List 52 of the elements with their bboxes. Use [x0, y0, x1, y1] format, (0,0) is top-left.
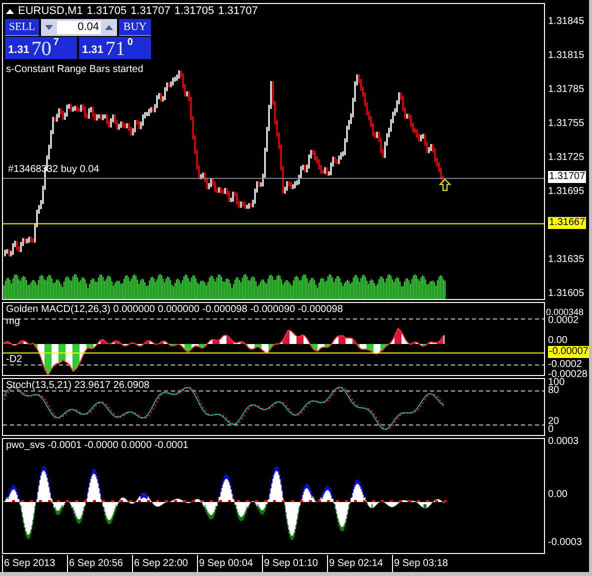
time-label: 6 Sep 20:56: [69, 558, 123, 569]
axis-label: -0.0003: [548, 537, 582, 549]
buy-button[interactable]: BUY: [119, 19, 151, 36]
axis-label: 1.31635: [548, 254, 584, 266]
price-quote: 1.31705: [174, 5, 214, 18]
time-label: 6 Sep 2013: [4, 558, 56, 569]
up-arrow-icon[interactable]: [105, 25, 113, 30]
axis-label: 0.0003: [548, 436, 579, 448]
axis-label: 1.31785: [548, 84, 584, 96]
price-fraction: 7: [53, 37, 59, 48]
axis-label: 0.00: [548, 489, 568, 501]
axis-label: 1.31695: [548, 186, 584, 198]
collapse-triangle-icon[interactable]: [6, 9, 14, 14]
line-price-tag: 1.31667: [548, 216, 586, 229]
axis-label: 0.00: [548, 335, 568, 347]
chart-symbol-title: EURUSD,M1: [18, 5, 83, 18]
axis-label: 1.31605: [548, 288, 584, 300]
indicator-label: Golden MACD(12,26,3) 0.000000 0.000000 -0.000098 -0.000090 -0.000098: [6, 304, 343, 316]
axis-label: 1.31755: [548, 118, 584, 130]
time-label: 9 Sep 03:18: [394, 558, 448, 569]
price-pips: 70: [31, 39, 52, 59]
down-arrow-icon[interactable]: [45, 25, 53, 30]
axis-label: 1.31725: [548, 152, 584, 164]
current-price-tag: 1.31707: [548, 171, 586, 184]
axis-label: 0.0002: [548, 315, 579, 327]
level-label: mg: [6, 316, 20, 327]
current-value-tag: -0.00007: [548, 346, 590, 358]
price-quote: 1.31707: [130, 5, 170, 18]
indicator-label: Stoch(13,5,21) 23.9617 26.0908: [6, 380, 150, 392]
sell-button[interactable]: SELL: [5, 19, 39, 36]
price-prefix: 1.31: [82, 45, 104, 58]
price-prefix: 1.31: [8, 45, 30, 58]
time-label: 9 Sep 02:14: [329, 558, 383, 569]
price-quote: 1.31705: [86, 5, 127, 18]
time-label: 9 Sep 01:10: [264, 558, 318, 569]
level-label: -D2: [6, 354, 22, 366]
axis-label: 80: [548, 385, 560, 397]
axis-label: -0.0002: [548, 359, 582, 370]
time-label: 9 Sep 00:04: [199, 558, 253, 569]
axis-label: 0: [548, 424, 554, 436]
price-quote: 1.31707: [218, 5, 258, 18]
buy-arrow-icon: [438, 178, 452, 191]
lot-size-spinner[interactable]: 0.04: [41, 19, 117, 36]
time-label: 6 Sep 22:00: [134, 558, 188, 569]
lot-size-value: 0.04: [57, 21, 101, 34]
axis-label: 1.31815: [548, 50, 584, 62]
axis-label: 1.31845: [548, 16, 584, 28]
indicator-label: pwo_svs -0.0001 -0.0000 0.0000 -0.0001: [6, 440, 188, 452]
price-fraction: 0: [127, 37, 133, 48]
status-message: s-Constant Range Bars started: [6, 64, 144, 76]
axis-label: 0.000348: [546, 306, 584, 317]
price-pips: 71: [105, 39, 126, 59]
